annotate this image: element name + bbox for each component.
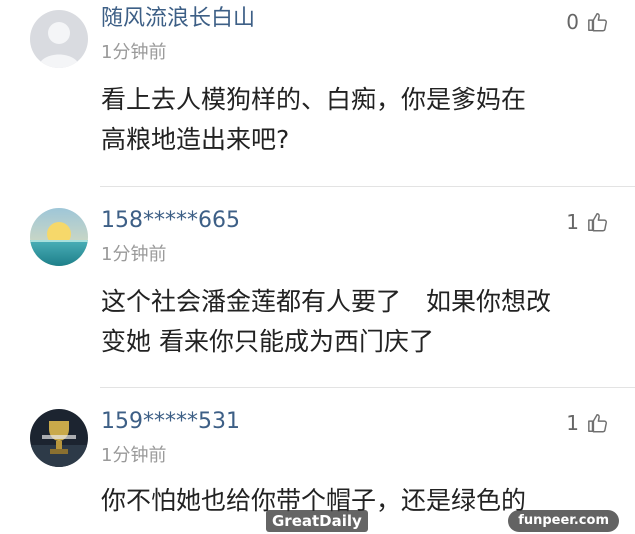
like-button[interactable]: 0 (566, 9, 609, 35)
trophy-avatar-icon (30, 409, 88, 467)
sunset-sea-avatar-icon (30, 208, 88, 266)
like-button[interactable]: 1 (566, 209, 609, 235)
watermark-greatdaily: GreatDaily (266, 510, 368, 532)
comment-username[interactable]: 159*****531 (101, 409, 240, 435)
comment-username[interactable]: 158*****665 (101, 208, 240, 234)
like-count: 0 (566, 10, 579, 34)
thumbs-up-icon (588, 13, 608, 32)
comment-time: 1分钟前 (101, 445, 167, 466)
avatar[interactable] (30, 208, 88, 266)
comment-username[interactable]: 随风流浪长白山 (101, 6, 255, 32)
comment-text: 看上去人模狗样的、白痴，你是爹妈在 高粮地造出来吧? (101, 85, 527, 154)
thumbs-up-icon (588, 414, 608, 433)
comment-time: 1分钟前 (101, 42, 167, 63)
like-count: 1 (566, 411, 579, 435)
watermark-funpeer: funpeer.com (508, 510, 619, 532)
divider (100, 186, 635, 187)
default-user-avatar-icon (30, 10, 88, 68)
avatar[interactable] (30, 10, 88, 68)
thumbs-up-icon (588, 213, 608, 232)
comment-text: 这个社会潘金莲都有人要了 如果你想改 变她 看来你只能成为西门庆了 (101, 287, 552, 356)
comment-time: 1分钟前 (101, 244, 167, 265)
like-button[interactable]: 1 (566, 410, 609, 436)
avatar[interactable] (30, 409, 88, 467)
divider (100, 387, 635, 388)
like-count: 1 (566, 210, 579, 234)
